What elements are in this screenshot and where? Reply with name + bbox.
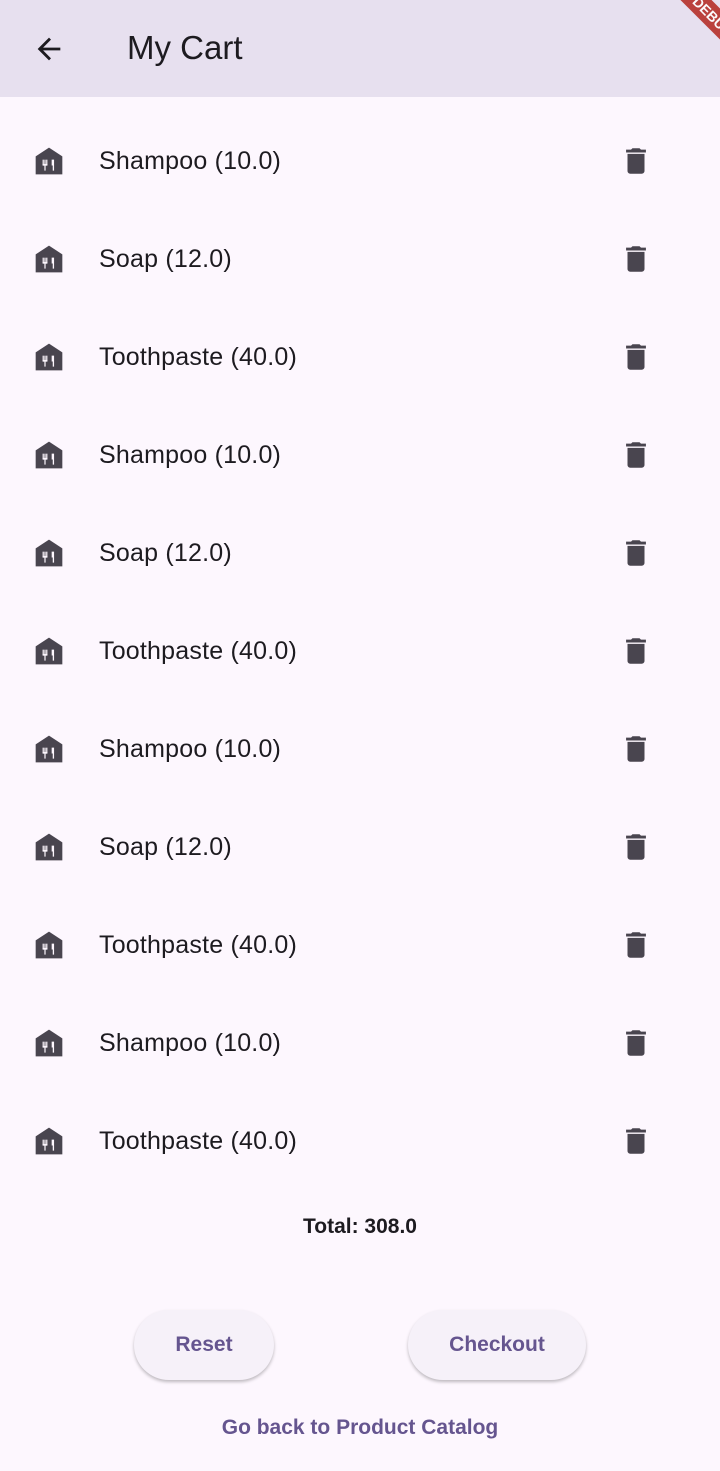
cart-item-label: Shampoo (10.0) <box>99 147 282 175</box>
trash-icon <box>619 928 653 962</box>
storefront-icon <box>33 635 65 667</box>
cart-item: Soap (12.0) <box>0 798 720 896</box>
trash-icon <box>619 340 653 374</box>
storefront-icon <box>33 831 65 863</box>
delete-item-button[interactable] <box>612 333 660 381</box>
storefront-icon <box>33 1125 65 1157</box>
cart-list: Shampoo (10.0) Soap (12.0) Toothpaste (40.… <box>0 112 720 1190</box>
trash-icon <box>619 1124 653 1158</box>
cart-item-label: Toothpaste (40.0) <box>99 1127 297 1155</box>
cart-item-label: Toothpaste (40.0) <box>99 637 297 665</box>
trash-icon <box>619 634 653 668</box>
trash-icon <box>619 536 653 570</box>
page-title: My Cart <box>127 29 243 66</box>
storefront-icon <box>33 341 65 373</box>
trash-icon <box>619 1026 653 1060</box>
delete-item-button[interactable] <box>612 1019 660 1067</box>
cart-item: Shampoo (10.0) <box>0 112 720 210</box>
cart-item-label: Toothpaste (40.0) <box>99 931 297 959</box>
back-button[interactable] <box>25 25 73 73</box>
cart-item-label: Soap (12.0) <box>99 245 232 273</box>
debug-banner-label: DEBUG <box>666 0 720 60</box>
cart-item: Shampoo (10.0) <box>0 700 720 798</box>
storefront-icon <box>33 243 65 275</box>
storefront-icon <box>33 537 65 569</box>
storefront-icon <box>33 929 65 961</box>
cart-item-label: Shampoo (10.0) <box>99 441 282 469</box>
storefront-icon <box>33 145 65 177</box>
delete-item-button[interactable] <box>612 235 660 283</box>
trash-icon <box>619 144 653 178</box>
cart-item: Soap (12.0) <box>0 504 720 602</box>
delete-item-button[interactable] <box>612 627 660 675</box>
storefront-icon <box>33 1027 65 1059</box>
cart-item-label: Shampoo (10.0) <box>99 1029 282 1057</box>
reset-button[interactable]: Reset <box>134 1310 274 1380</box>
delete-item-button[interactable] <box>612 725 660 773</box>
cart-item: Toothpaste (40.0) <box>0 1092 720 1190</box>
trash-icon <box>619 830 653 864</box>
cart-total: Total: 308.0 <box>303 1215 417 1238</box>
trash-icon <box>619 438 653 472</box>
debug-banner: DEBUG <box>660 0 720 60</box>
checkout-button[interactable]: Checkout <box>408 1310 586 1380</box>
arrow-back-icon <box>37 37 61 61</box>
cart-item: Shampoo (10.0) <box>0 406 720 504</box>
cart-item-label: Toothpaste (40.0) <box>99 343 297 371</box>
delete-item-button[interactable] <box>612 529 660 577</box>
cart-item: Shampoo (10.0) <box>0 994 720 1092</box>
cart-item: Toothpaste (40.0) <box>0 308 720 406</box>
trash-icon <box>619 242 653 276</box>
cart-item: Toothpaste (40.0) <box>0 602 720 700</box>
delete-item-button[interactable] <box>612 921 660 969</box>
delete-item-button[interactable] <box>612 137 660 185</box>
cart-item: Soap (12.0) <box>0 210 720 308</box>
cart-item-label: Soap (12.0) <box>99 833 232 861</box>
trash-icon <box>619 732 653 766</box>
storefront-icon <box>33 733 65 765</box>
storefront-icon <box>33 439 65 471</box>
back-to-catalog-link[interactable]: Go back to Product Catalog <box>0 1412 720 1444</box>
cart-item-label: Soap (12.0) <box>99 539 232 567</box>
delete-item-button[interactable] <box>612 1117 660 1165</box>
cart-item-label: Shampoo (10.0) <box>99 735 282 763</box>
delete-item-button[interactable] <box>612 431 660 479</box>
delete-item-button[interactable] <box>612 823 660 871</box>
app-bar: My Cart DEBUG <box>0 0 720 97</box>
cart-item: Toothpaste (40.0) <box>0 896 720 994</box>
